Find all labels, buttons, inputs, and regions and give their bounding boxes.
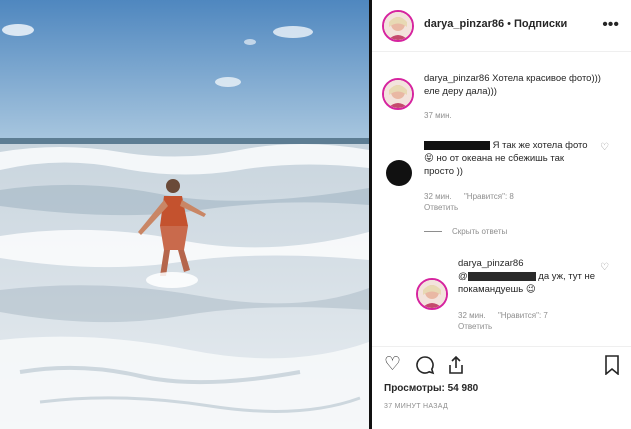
share-icon[interactable] bbox=[446, 355, 466, 380]
reply-likes[interactable]: "Нравится": 7 bbox=[498, 311, 548, 320]
comment-reply-button[interactable]: Ответить bbox=[424, 203, 458, 212]
post-header: darya_pinzar86 • Подписки ••• bbox=[372, 0, 631, 52]
redacted-username bbox=[424, 140, 490, 150]
reply-meta: 32 мин. "Нравится": 7 bbox=[458, 311, 558, 320]
post-actions: ♡ Просмотры: 54 980 37 МИНУТ НАЗАД bbox=[372, 346, 631, 429]
beach-photo bbox=[0, 0, 369, 429]
comment-likes[interactable]: "Нравится": 8 bbox=[464, 192, 514, 201]
comment-meta: 32 мин. "Нравится": 8 bbox=[424, 192, 524, 201]
avatar-image bbox=[418, 280, 446, 308]
caption: darya_pinzar86 Хотела красивое фото))) е… bbox=[424, 72, 604, 98]
avatar-image bbox=[384, 80, 412, 108]
views-count[interactable]: Просмотры: 54 980 bbox=[384, 383, 478, 394]
separator-dot: • bbox=[507, 18, 511, 30]
bookmark-icon[interactable] bbox=[604, 355, 620, 380]
share-svg bbox=[449, 355, 463, 374]
comment-bubble-icon[interactable] bbox=[415, 355, 435, 380]
hide-replies-line bbox=[424, 231, 442, 233]
comment-like-heart-icon[interactable]: ♡ bbox=[600, 142, 609, 153]
bookmark-svg bbox=[605, 355, 619, 376]
post-photo[interactable] bbox=[0, 0, 369, 429]
comment-time: 32 мин. bbox=[424, 192, 452, 201]
comment-item: Я так же хотела фото😝 но от океана не сб… bbox=[424, 139, 589, 178]
avatar-image bbox=[384, 12, 412, 40]
more-horizontal-icon[interactable]: ••• bbox=[602, 16, 619, 34]
commenter-avatar-redacted[interactable] bbox=[386, 160, 412, 186]
reply-like-heart-icon[interactable]: ♡ bbox=[600, 262, 609, 273]
redacted-mention bbox=[467, 271, 536, 281]
following-button[interactable]: Подписки bbox=[514, 18, 567, 30]
caption-username[interactable]: darya_pinzar86 bbox=[424, 73, 490, 84]
reply-mention-at: @ bbox=[458, 271, 468, 282]
reply-reply-button[interactable]: Ответить bbox=[458, 322, 492, 331]
reply-avatar[interactable] bbox=[416, 278, 448, 310]
reply-username[interactable]: darya_pinzar86 bbox=[458, 257, 598, 270]
like-heart-icon[interactable]: ♡ bbox=[384, 355, 401, 375]
comment-bubble-svg bbox=[416, 356, 435, 375]
post-sidebar: darya_pinzar86 • Подписки ••• darya_pinzar… bbox=[372, 0, 631, 429]
caption-avatar[interactable] bbox=[382, 78, 414, 110]
caption-time-text: 37 мин. bbox=[424, 111, 452, 120]
hide-replies-label: Скрыть ответы bbox=[452, 227, 508, 236]
reply-item: darya_pinzar86 @ да уж, тут не покаманду… bbox=[458, 257, 598, 296]
post-time-ago: 37 МИНУТ НАЗАД bbox=[384, 403, 449, 410]
caption-time: 37 мин. bbox=[424, 111, 462, 120]
author-username[interactable]: darya_pinzar86 bbox=[424, 18, 504, 30]
hide-replies-toggle[interactable]: Скрыть ответы bbox=[424, 227, 507, 236]
author-avatar[interactable] bbox=[382, 10, 414, 42]
reply-mention[interactable]: @ bbox=[458, 271, 536, 282]
reply-time: 32 мин. bbox=[458, 311, 486, 320]
